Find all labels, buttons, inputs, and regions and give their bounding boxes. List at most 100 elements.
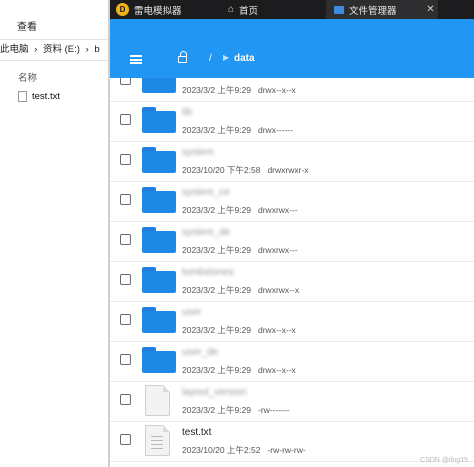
file-meta: 2023/3/2 上午9:29 -rw------- (182, 404, 290, 416)
row-checkbox[interactable] (120, 194, 131, 205)
row-checkbox[interactable] (120, 394, 131, 405)
file-date: 2023/3/2 上午9:29 (182, 405, 251, 415)
file-icon (145, 385, 170, 416)
file-permissions: drwxrwx--- (258, 245, 298, 255)
row-checkbox[interactable] (120, 114, 131, 125)
file-meta: 2023/3/2 上午9:29 drwxrwx--- (182, 244, 298, 256)
file-explorer-window: 查看 此电脑 › 资料 (E:) › b 名称 test.txt (0, 0, 110, 467)
app-header: / ▶ data (110, 19, 474, 78)
folder-icon (142, 307, 176, 333)
file-row[interactable]: layout_version 2023/3/2 上午9:29 -rw------- (110, 381, 474, 422)
emulator-titlebar: D 雷电模拟器 ⌂ 首页 文件管理器 ✕ (110, 0, 474, 19)
file-meta: 2023/3/2 上午9:29 drwxrwx--- (182, 204, 298, 216)
file-permissions: -rw-rw-rw- (267, 445, 306, 455)
file-name: user_de (182, 347, 219, 358)
row-checkbox[interactable] (120, 78, 131, 85)
file-meta: 2023/3/2 上午9:29 drwx--x--x (182, 84, 296, 96)
file-row[interactable]: system_de 2023/3/2 上午9:29 drwxrwx--- (110, 221, 474, 262)
tab-home[interactable]: ⌂ 首页 (228, 0, 258, 19)
breadcrumb-folder[interactable]: b (94, 44, 99, 55)
file-meta: 2023/3/2 上午9:29 drwx--x--x (182, 324, 296, 336)
file-icon (145, 425, 170, 456)
emulator-logo-icon: D (116, 3, 129, 16)
column-header-name[interactable]: 名称 (18, 70, 37, 84)
file-permissions: drwxrwx--- (258, 205, 298, 215)
file-row[interactable]: system_ce 2023/3/2 上午9:29 drwxrwx--- (110, 181, 474, 222)
explorer-file-label: test.txt (32, 91, 60, 102)
row-checkbox[interactable] (120, 274, 131, 285)
file-permissions: drwx------ (258, 125, 293, 135)
file-date: 2023/3/2 上午9:29 (182, 365, 251, 375)
breadcrumb-this-pc[interactable]: 此电脑 (0, 44, 29, 55)
tab-file-manager[interactable]: 文件管理器 ✕ (326, 0, 438, 19)
emulator-window: D 雷电模拟器 ⌂ 首页 文件管理器 ✕ / ▶ data 2023/3/2 上… (110, 0, 474, 467)
watermark: CSDN @ifng15 (420, 457, 468, 464)
file-name: lib (182, 107, 193, 118)
file-name: user (182, 307, 202, 318)
file-row[interactable]: system 2023/10/20 下午2:58 drwxrwxr-x (110, 141, 474, 182)
file-meta: 2023/3/2 上午9:29 drwx------ (182, 124, 293, 136)
folder-icon (142, 347, 176, 373)
tab-emulator-label: 雷电模拟器 (134, 5, 182, 17)
tab-home-label: 首页 (239, 5, 259, 17)
file-date: 2023/10/20 下午2:58 (182, 165, 261, 175)
row-checkbox[interactable] (120, 314, 131, 325)
file-permissions: drwx--x--x (258, 85, 296, 95)
file-name: system (182, 147, 214, 158)
row-checkbox[interactable] (120, 234, 131, 245)
home-icon: ⌂ (228, 4, 235, 15)
file-row[interactable]: user 2023/3/2 上午9:29 drwx--x--x (110, 301, 474, 342)
folder-icon (142, 227, 176, 253)
lock-icon[interactable] (178, 51, 187, 63)
file-date: 2023/3/2 上午9:29 (182, 325, 251, 335)
folder-icon (142, 107, 176, 133)
file-name: system_de (182, 227, 231, 238)
folder-icon (334, 5, 344, 14)
file-permissions: -rw------- (258, 405, 290, 415)
chevron-right-icon: ▶ (223, 53, 230, 62)
file-permissions: drwxrwx--x (258, 285, 300, 295)
menu-view[interactable]: 查看 (17, 18, 37, 33)
menu-icon[interactable] (130, 55, 142, 64)
file-permissions: drwx--x--x (258, 365, 296, 375)
breadcrumb-root[interactable]: / (209, 53, 212, 64)
file-date: 2023/3/2 上午9:29 (182, 245, 251, 255)
file-permissions: drwx--x--x (258, 325, 296, 335)
close-tab-icon[interactable]: ✕ (423, 0, 438, 19)
file-name: system_ce (182, 187, 230, 198)
file-row[interactable]: tombstones 2023/3/2 上午9:29 drwxrwx--x (110, 261, 474, 302)
row-checkbox[interactable] (120, 434, 131, 445)
folder-icon (142, 78, 176, 93)
file-meta: 2023/3/2 上午9:29 drwxrwx--x (182, 284, 299, 296)
folder-icon (142, 147, 176, 173)
file-date: 2023/3/2 上午9:29 (182, 285, 251, 295)
breadcrumb-current[interactable]: data (234, 53, 255, 64)
file-row[interactable]: test.txt 2023/10/20 上午2:52 -rw-rw-rw- (110, 421, 474, 462)
breadcrumb-separator: › (85, 44, 89, 55)
address-bar[interactable]: 此电脑 › 资料 (E:) › b (0, 39, 110, 61)
tab-file-manager-label: 文件管理器 (349, 5, 397, 17)
file-date: 2023/3/2 上午9:29 (182, 85, 251, 95)
file-name: tombstones (182, 267, 234, 278)
file-name: layout_version (182, 387, 247, 398)
folder-icon (142, 267, 176, 293)
file-row[interactable]: 2023/3/2 上午9:29 drwx--x--x (110, 78, 474, 102)
file-meta: 2023/10/20 下午2:58 drwxrwxr-x (182, 164, 309, 176)
file-date: 2023/3/2 上午9:29 (182, 205, 251, 215)
row-checkbox[interactable] (120, 154, 131, 165)
breadcrumb-separator: › (34, 44, 38, 55)
file-row[interactable]: user_de 2023/3/2 上午9:29 drwx--x--x (110, 341, 474, 382)
file-meta: 2023/3/2 上午9:29 drwx--x--x (182, 364, 296, 376)
file-permissions: drwxrwxr-x (267, 165, 309, 175)
explorer-file-item[interactable]: test.txt (18, 91, 60, 102)
file-row[interactable]: lib 2023/3/2 上午9:29 drwx------ (110, 101, 474, 142)
breadcrumb-drive[interactable]: 资料 (E:) (43, 44, 80, 55)
tab-emulator[interactable]: D 雷电模拟器 (116, 0, 182, 19)
file-list: 2023/3/2 上午9:29 drwx--x--x lib 2023/3/2 上午9… (110, 78, 474, 467)
folder-icon (142, 187, 176, 213)
file-meta: 2023/10/20 上午2:52 -rw-rw-rw- (182, 444, 306, 456)
file-name: test.txt (182, 427, 212, 438)
row-checkbox[interactable] (120, 354, 131, 365)
file-date: 2023/10/20 上午2:52 (182, 445, 261, 455)
file-date: 2023/3/2 上午9:29 (182, 125, 251, 135)
